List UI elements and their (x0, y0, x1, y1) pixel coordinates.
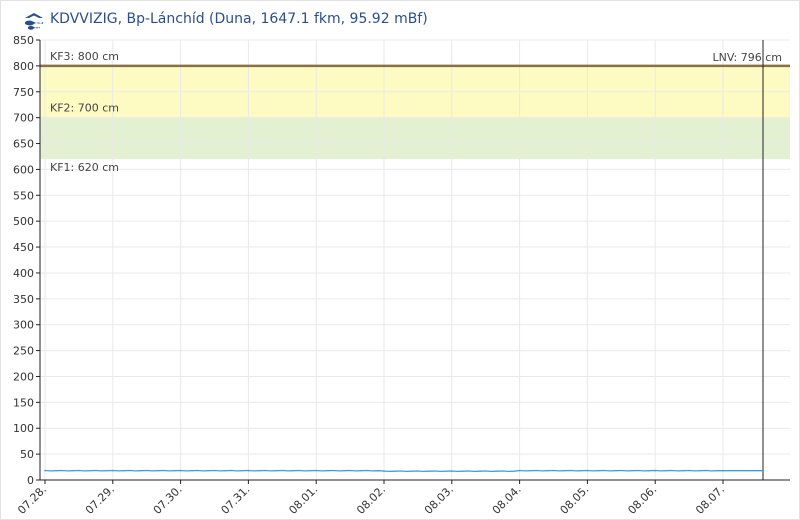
y-tick-label: 550 (13, 189, 34, 202)
kf1-label: KF1: 620 cm (50, 161, 119, 174)
y-tick-label: 250 (13, 345, 34, 358)
series-point (112, 469, 114, 472)
y-tick-label: 600 (13, 163, 34, 176)
y-tick-label: 150 (13, 396, 34, 409)
lnv-label: LNV: 796 cm (713, 51, 782, 64)
x-tick-label: 07.30. (151, 483, 185, 517)
series-point (518, 469, 521, 472)
y-tick-label: 700 (13, 112, 34, 125)
y-tick-label: 400 (13, 267, 34, 280)
y-tick-label: 850 (13, 34, 34, 47)
y-tick-label: 800 (13, 60, 34, 73)
series-point (722, 469, 724, 472)
band-kf2 (40, 117, 790, 160)
x-tick-label: 08.06. (625, 483, 659, 517)
x-tick-label: 07.31. (219, 483, 253, 517)
x-tick-label: 08.01. (286, 483, 320, 517)
series-point (179, 469, 182, 472)
kf3-label: KF3: 800 cm (50, 50, 119, 63)
x-tick-label: 08.03. (422, 483, 456, 517)
series-point (586, 469, 589, 472)
water-level-chart: 0 50 100 150 200 250 300 350 400 450 500 550 600 650 7… (13, 34, 790, 517)
threshold-bands (40, 65, 790, 160)
series-point (654, 469, 656, 472)
x-tick-label: 08.05. (558, 483, 592, 517)
x-tick-label: 07.28. (15, 483, 49, 517)
y-tick-label: 450 (13, 241, 34, 254)
series-point (451, 470, 453, 473)
series-point (383, 470, 385, 473)
y-tick-label: 0 (27, 474, 34, 487)
y-tick-label: 100 (13, 422, 34, 435)
y-tick-label: 200 (13, 370, 34, 383)
y-tick-label: 350 (13, 293, 34, 306)
y-tick-label: 50 (20, 448, 34, 461)
x-tick-label: 08.07. (693, 483, 727, 517)
x-tick-label: 07.29. (83, 483, 117, 517)
y-tick-label: 750 (13, 86, 34, 99)
y-tick-label: 300 (13, 319, 34, 332)
x-tick-label: 08.02. (354, 483, 388, 517)
series-point (315, 469, 318, 472)
y-tick-label: 650 (13, 138, 34, 151)
kf2-label: KF2: 700 cm (50, 102, 119, 115)
x-tick-label: 08.04. (490, 483, 524, 517)
series-point (247, 469, 250, 472)
y-tick-label: 500 (13, 215, 34, 228)
series-point (44, 469, 46, 472)
